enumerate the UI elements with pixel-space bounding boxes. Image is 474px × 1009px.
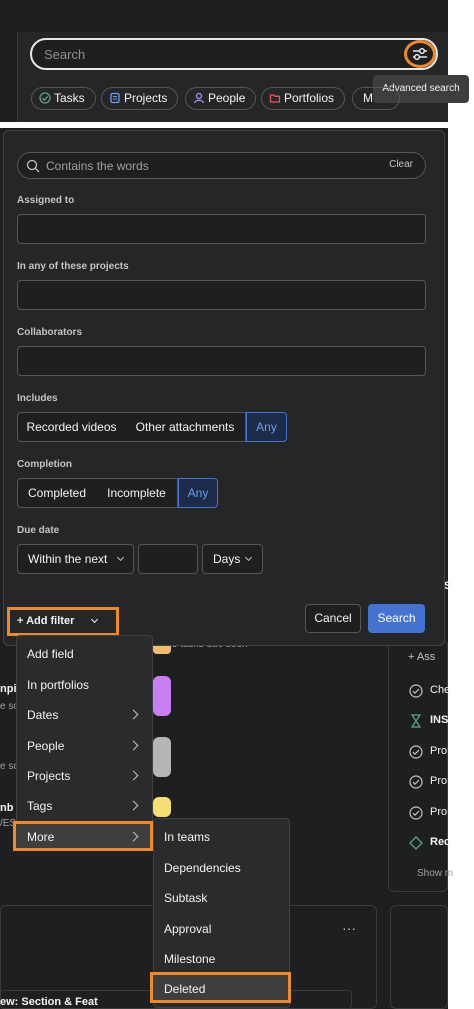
background-fragment: ew: Section & Feat	[0, 996, 98, 1008]
chip-people[interactable]: People	[185, 87, 257, 110]
assigned-to-label: Assigned to	[17, 195, 75, 206]
due-amount-input[interactable]	[138, 544, 198, 574]
menu-item-dates[interactable]: Dates	[27, 708, 58, 722]
background-task: Pro	[430, 745, 448, 757]
completion-completed[interactable]: Completed	[17, 478, 97, 508]
menu-item-projects[interactable]: Projects	[27, 769, 70, 783]
person-icon	[193, 92, 205, 104]
chip-label: Portfolios	[284, 91, 335, 105]
project-icon	[110, 92, 120, 104]
project-tile	[153, 737, 171, 777]
contains-words-placeholder: Contains the words	[46, 159, 149, 173]
includes-other-attachments[interactable]: Other attachments	[125, 412, 246, 442]
chip-label: Tasks	[54, 91, 85, 105]
chip-projects[interactable]: Projects	[101, 87, 179, 110]
background-fragment: npi	[0, 683, 17, 695]
background-task: Pro	[430, 775, 448, 787]
advanced-search-button[interactable]	[404, 40, 436, 68]
search-input[interactable]: Search	[30, 38, 438, 70]
projects-field[interactable]	[17, 280, 426, 310]
folder-icon	[269, 94, 281, 103]
assigned-to-field[interactable]	[17, 214, 426, 244]
cancel-button[interactable]: Cancel	[305, 604, 361, 633]
menu-item-subtask[interactable]: Subtask	[164, 891, 207, 905]
diamond-icon	[409, 836, 423, 850]
background-show-more: Show m	[417, 868, 454, 879]
hourglass-icon	[410, 714, 422, 728]
due-unit-dropdown[interactable]: Days	[202, 544, 263, 574]
check-circle-icon	[409, 775, 423, 789]
project-tile	[153, 797, 171, 817]
chip-more[interactable]: M	[352, 87, 400, 110]
background-add: + Ass	[408, 651, 436, 663]
menu-item-approval[interactable]: Approval	[164, 922, 211, 936]
menu-item-deleted-label: Deleted	[164, 982, 206, 996]
projects-label: In any of these projects	[17, 261, 129, 272]
menu-item-more-label: More	[27, 830, 55, 844]
background-task: INS	[430, 714, 449, 726]
chip-label: Projects	[124, 91, 168, 105]
menu-item-milestone[interactable]: Milestone	[164, 952, 215, 966]
chip-label: People	[208, 91, 246, 105]
includes-any[interactable]: Any	[246, 412, 287, 442]
check-circle-icon	[409, 806, 423, 820]
chevron-down-icon	[244, 553, 253, 562]
background-fragment: nb	[0, 802, 14, 814]
contains-words-input[interactable]: Contains the words Clear	[17, 152, 426, 179]
due-range-value: Within the next	[28, 552, 108, 566]
background-task: Rec	[430, 836, 451, 848]
clear-button[interactable]: Clear	[389, 159, 413, 170]
search-icon	[26, 159, 40, 173]
includes-label: Includes	[17, 393, 58, 404]
background-task: Pro	[430, 806, 448, 818]
background-card-right	[388, 640, 448, 892]
add-filter-button[interactable]: + Add filter	[7, 607, 119, 636]
completion-any[interactable]: Any	[178, 478, 218, 508]
search-placeholder: Search	[44, 47, 86, 62]
due-date-label: Due date	[17, 525, 60, 536]
menu-item-tags[interactable]: Tags	[27, 799, 52, 813]
check-circle-icon	[409, 745, 423, 759]
chip-tasks[interactable]: Tasks	[31, 87, 96, 110]
kebab-menu-icon: ···	[342, 920, 356, 936]
collaborators-label: Collaborators	[17, 327, 83, 338]
background-task: Che	[430, 684, 451, 696]
due-range-dropdown[interactable]: Within the next	[17, 544, 134, 574]
background-card-bottom-right	[390, 905, 448, 1009]
includes-recorded-videos[interactable]: Recorded videos	[17, 412, 126, 442]
chip-portfolios[interactable]: Portfolios	[261, 87, 346, 110]
menu-item-add-field[interactable]: Add field	[27, 647, 74, 661]
search-button[interactable]: Search	[368, 604, 425, 633]
completion-label: Completion	[17, 459, 72, 470]
chip-label: M	[363, 91, 373, 105]
add-filter-label: + Add filter	[17, 615, 75, 627]
due-unit-value: Days	[213, 552, 241, 566]
sliders-icon	[413, 48, 427, 60]
check-circle-icon	[39, 92, 51, 104]
chevron-down-icon	[116, 553, 125, 562]
check-circle-icon	[409, 684, 423, 698]
menu-item-in-teams[interactable]: In teams	[164, 830, 210, 844]
completion-incomplete[interactable]: Incomplete	[96, 478, 178, 508]
menu-item-in-portfolios[interactable]: In portfolios	[27, 678, 89, 692]
project-tile	[153, 676, 171, 716]
menu-item-dependencies[interactable]: Dependencies	[164, 861, 241, 875]
chevron-down-icon	[90, 615, 99, 624]
collaborators-field[interactable]	[17, 346, 426, 376]
menu-item-people[interactable]: People	[27, 739, 64, 753]
